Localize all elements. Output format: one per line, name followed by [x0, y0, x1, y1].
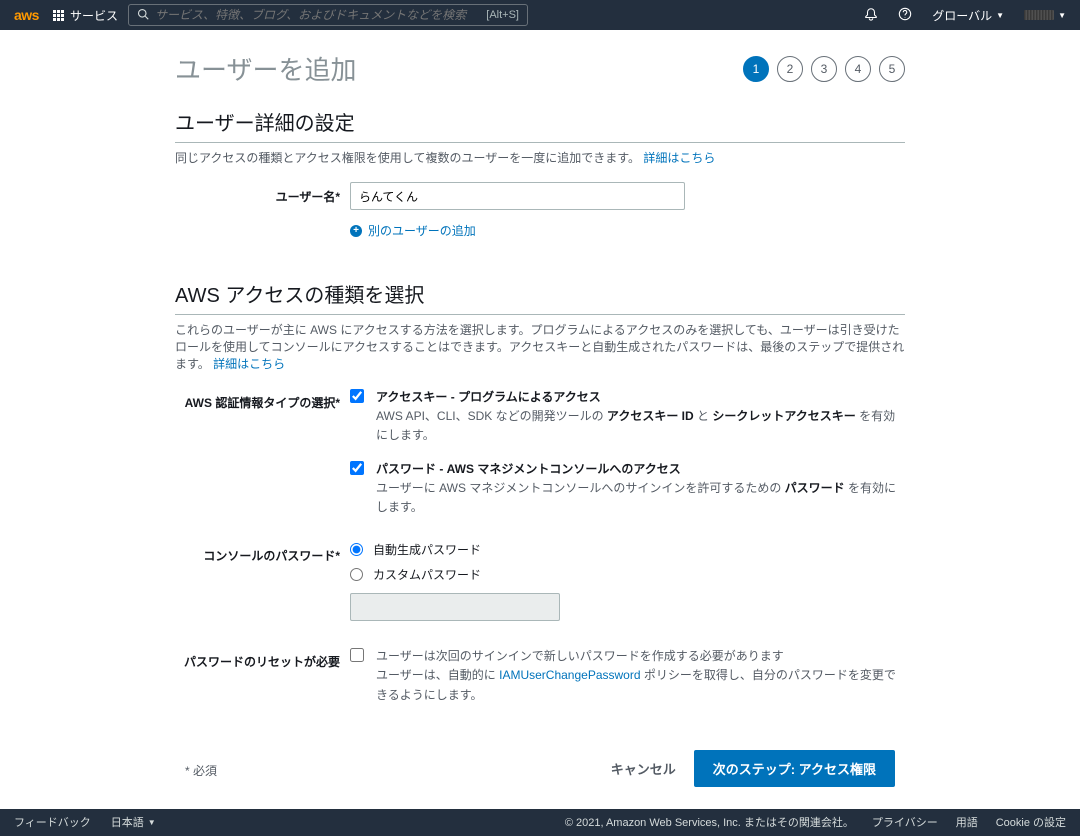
add-another-user[interactable]: + 別のユーザーの追加: [350, 222, 905, 239]
region-label: グローバル: [932, 7, 992, 24]
separator: [175, 142, 905, 143]
chevron-down-icon: ▼: [148, 818, 156, 827]
next-step-button[interactable]: 次のステップ: アクセス権限: [694, 750, 895, 787]
cred-type-label: AWS 認証情報タイプの選択*: [175, 388, 350, 531]
password-title: パスワード - AWS マネジメントコンソールへのアクセス: [376, 460, 905, 479]
app-header: aws サービス [Alt+S] グローバル ▼ ▼: [0, 0, 1080, 30]
require-reset-label: パスワードのリセットが必要: [175, 647, 350, 719]
cookie-link[interactable]: Cookie の設定: [996, 814, 1066, 830]
language-selector[interactable]: 日本語 ▼: [111, 814, 156, 830]
access-key-title: アクセスキー - プログラムによるアクセス: [376, 388, 905, 407]
services-menu[interactable]: サービス: [53, 7, 118, 24]
search-shortcut: [Alt+S]: [486, 9, 519, 21]
services-label: サービス: [70, 7, 118, 24]
password-checkbox[interactable]: [350, 461, 364, 475]
reset-desc-1: ユーザーは次回のサインインで新しいパスワードを作成する必要があります: [376, 649, 784, 663]
learn-more-link[interactable]: 詳細はこちら: [643, 151, 715, 165]
require-reset-checkbox[interactable]: [350, 648, 364, 662]
custom-password-input: [350, 593, 560, 621]
search-box[interactable]: [Alt+S]: [128, 4, 528, 26]
auto-password-radio[interactable]: [350, 541, 363, 558]
user-details-desc: 同じアクセスの種類とアクセス権限を使用して複数のユーザーを一度に追加できます。 …: [175, 149, 905, 166]
required-note: * 必須: [185, 762, 217, 779]
search-icon: [137, 8, 149, 23]
add-another-label: 別のユーザーの追加: [368, 222, 476, 239]
user-menu[interactable]: ▼: [1024, 10, 1066, 20]
step-1[interactable]: 1: [743, 56, 769, 82]
terms-link[interactable]: 用語: [956, 814, 978, 830]
access-type-heading: AWS アクセスの種類を選択: [175, 279, 905, 308]
user-name-obscured: [1024, 10, 1054, 20]
copyright-text: © 2021, Amazon Web Services, Inc. またはその関…: [565, 814, 854, 830]
auto-password-label: 自動生成パスワード: [373, 541, 481, 558]
feedback-link[interactable]: フィードバック: [14, 814, 91, 830]
step-5[interactable]: 5: [879, 56, 905, 82]
notifications-icon[interactable]: [864, 7, 878, 24]
cancel-button[interactable]: キャンセル: [611, 759, 676, 778]
username-input[interactable]: [350, 182, 685, 210]
step-2[interactable]: 2: [777, 56, 803, 82]
aws-logo[interactable]: aws: [14, 7, 39, 23]
username-label: ユーザー名*: [175, 182, 350, 239]
wizard-steps: 1 2 3 4 5: [743, 56, 905, 82]
step-3[interactable]: 3: [811, 56, 837, 82]
plus-icon: +: [350, 225, 362, 237]
custom-password-radio[interactable]: [350, 566, 363, 583]
search-input[interactable]: [155, 8, 486, 22]
console-password-label: コンソールのパスワード*: [175, 541, 350, 621]
main-content: ユーザーを追加 1 2 3 4 5 ユーザー詳細の設定 同じアクセスの種類とアク…: [0, 30, 1080, 809]
separator: [175, 314, 905, 315]
grid-icon: [53, 10, 64, 21]
chevron-down-icon: ▼: [1058, 11, 1066, 20]
help-icon[interactable]: [898, 7, 912, 24]
privacy-link[interactable]: プライバシー: [872, 814, 938, 830]
learn-more-link-2[interactable]: 詳細はこちら: [213, 357, 285, 371]
access-key-checkbox[interactable]: [350, 389, 364, 403]
chevron-down-icon: ▼: [996, 11, 1004, 20]
app-footer: フィードバック 日本語 ▼ © 2021, Amazon Web Service…: [0, 809, 1080, 836]
step-4[interactable]: 4: [845, 56, 871, 82]
custom-password-label: カスタムパスワード: [373, 566, 481, 583]
user-details-heading: ユーザー詳細の設定: [175, 107, 905, 136]
access-type-desc: これらのユーザーが主に AWS にアクセスする方法を選択します。プログラムによる…: [175, 321, 905, 372]
iam-policy-link[interactable]: IAMUserChangePassword: [499, 668, 640, 682]
page-title: ユーザーを追加: [175, 50, 356, 87]
region-selector[interactable]: グローバル ▼: [932, 7, 1004, 24]
